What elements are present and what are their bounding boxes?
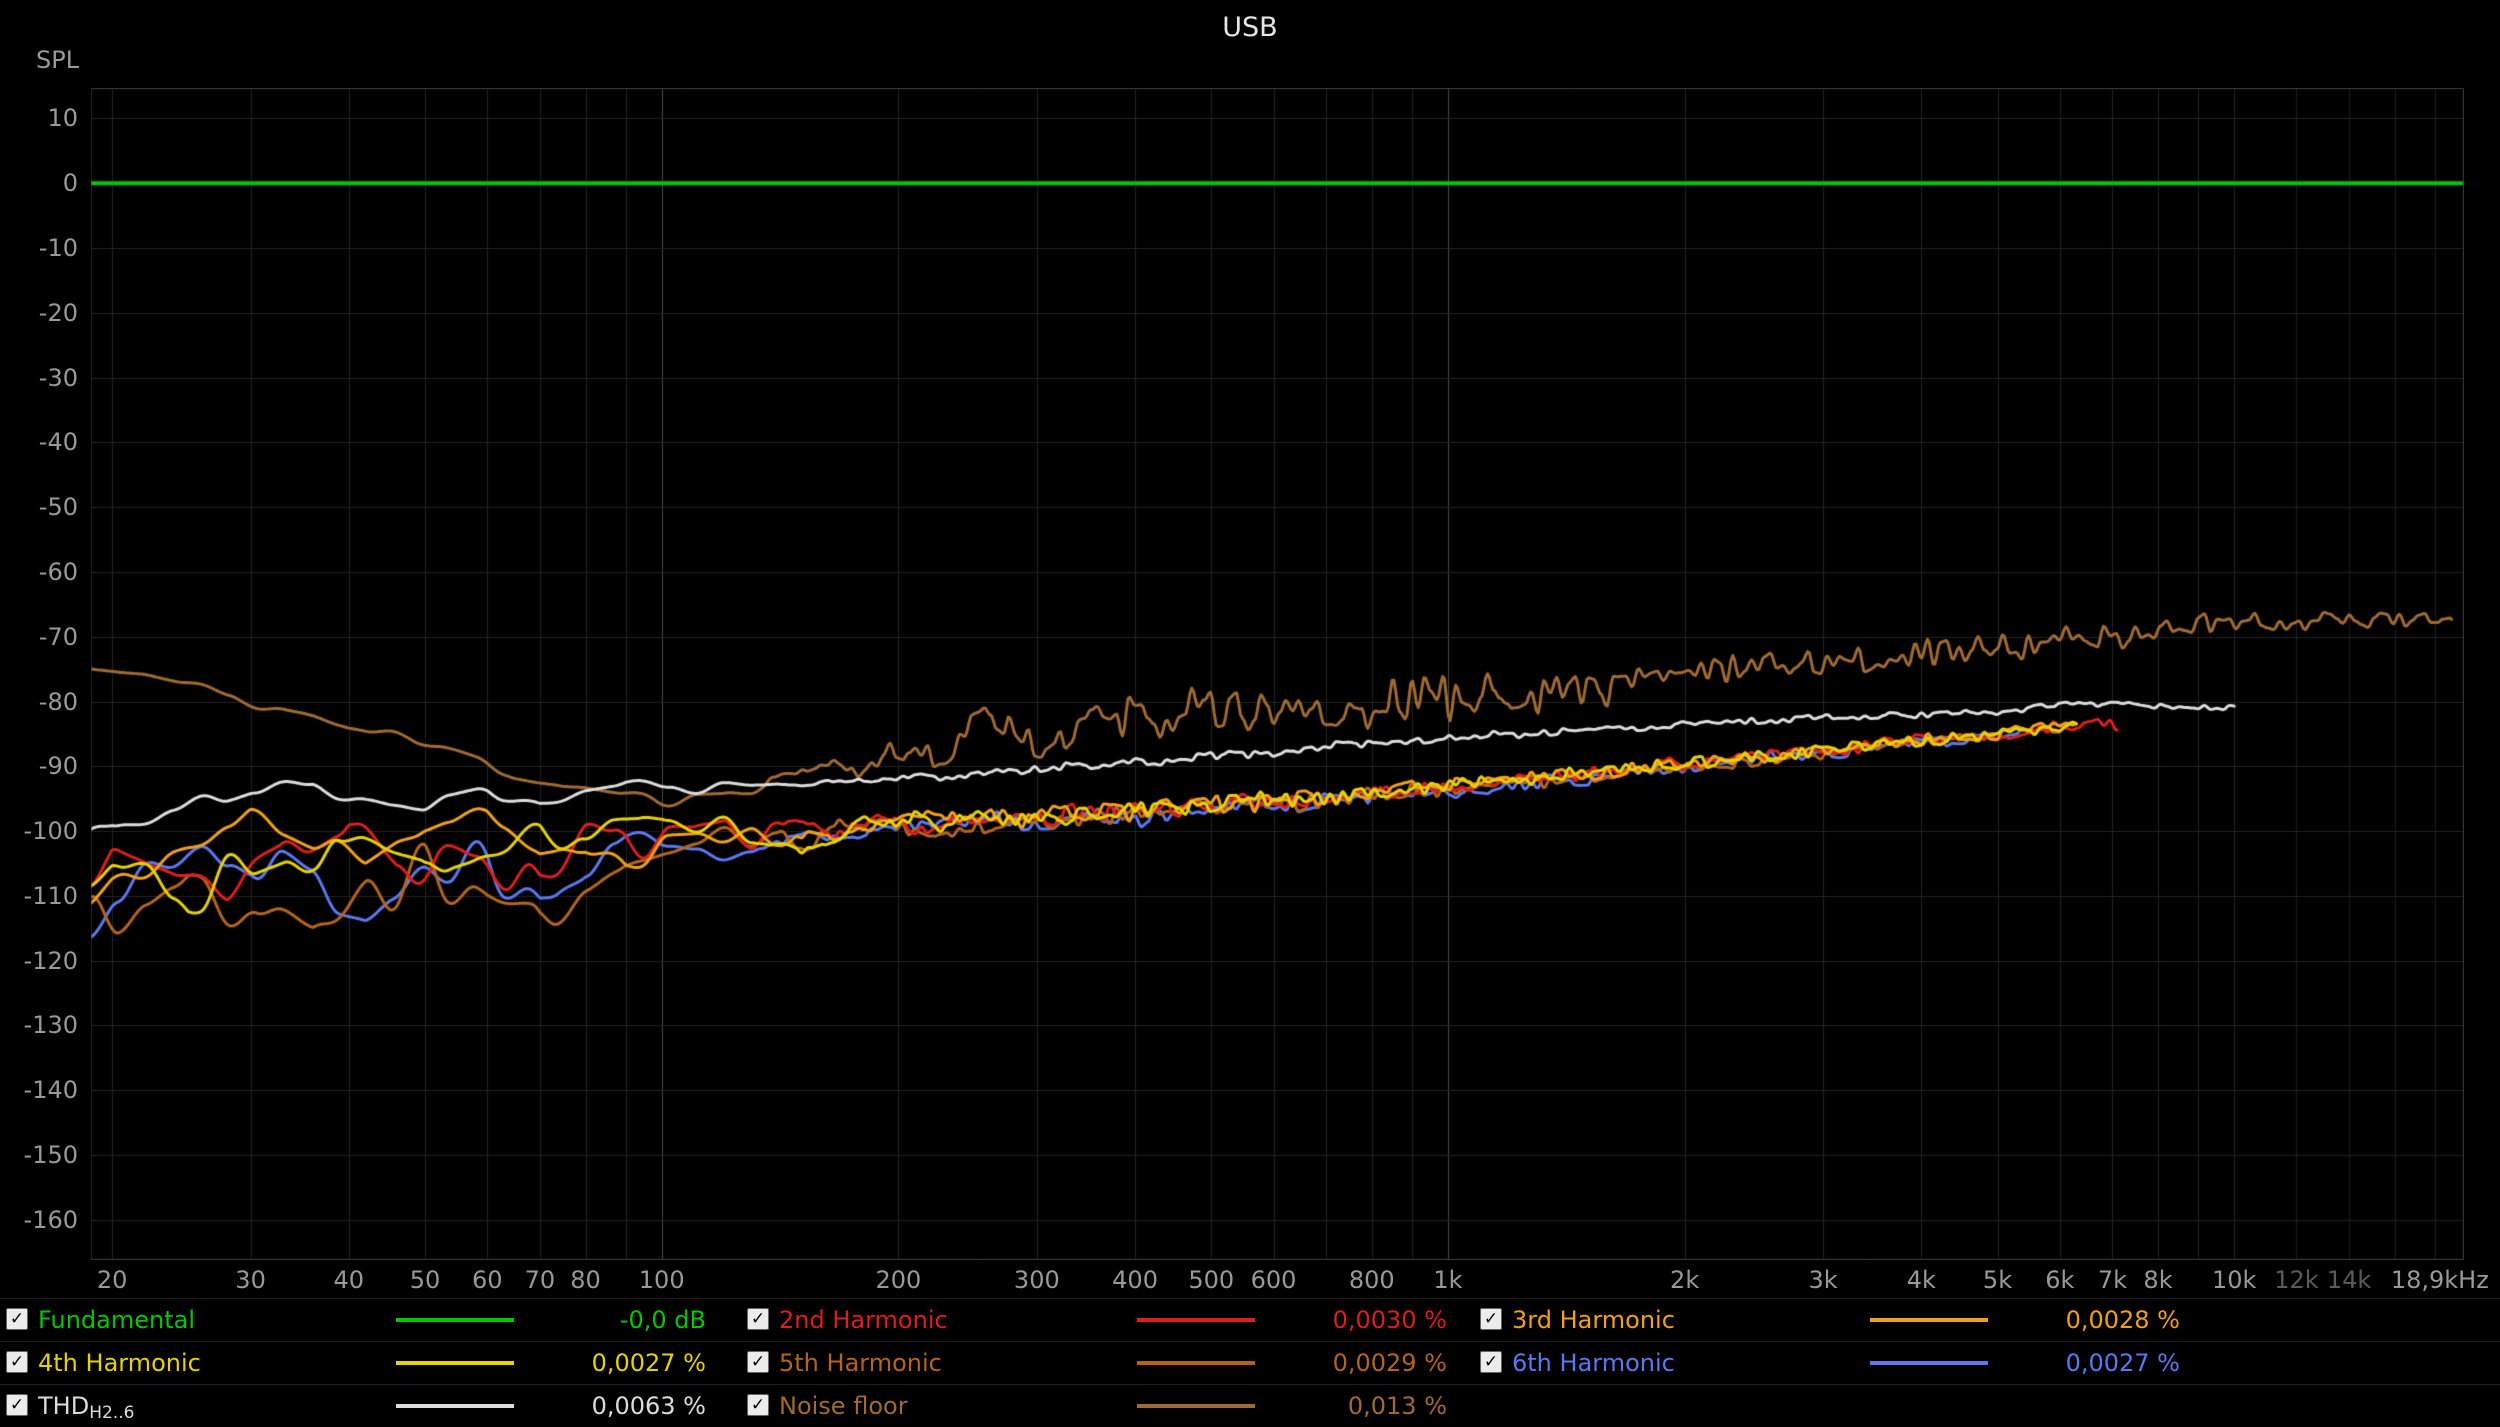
- x-tick-label: 500: [1188, 1266, 1234, 1294]
- 2nd-harmonic-line-swatch: [1137, 1318, 1255, 1322]
- 3rd-harmonic-checkbox[interactable]: ✓: [1480, 1308, 1502, 1330]
- x-tick-label: 300: [1014, 1266, 1060, 1294]
- x-tick-label: 10k: [2212, 1266, 2256, 1294]
- 3rd-harmonic-label: 3rd Harmonic: [1512, 1306, 1675, 1334]
- x-tick-label: 7k: [2098, 1266, 2127, 1294]
- legend-item-6th-harmonic: ✓ 6th Harmonic 0,0027 %: [1480, 1342, 2180, 1384]
- y-tick-label: -30: [0, 364, 78, 392]
- noise-floor-line-swatch: [1137, 1404, 1255, 1408]
- y-tick-label: 0: [0, 169, 78, 197]
- legend-item-4th-harmonic: ✓ 4th Harmonic 0,0027 %: [6, 1342, 706, 1384]
- legend-item-noise-floor: ✓ Noise floor 0,013 %: [747, 1385, 1447, 1427]
- 2nd-harmonic-label: 2nd Harmonic: [779, 1306, 948, 1334]
- x-tick-label: 2k: [1670, 1266, 1699, 1294]
- y-tick-label: -40: [0, 428, 78, 456]
- thd-checkbox[interactable]: ✓: [6, 1394, 28, 1416]
- x-tick-label: 14k: [2327, 1266, 2371, 1294]
- 6th-harmonic-value: 0,0027 %: [2066, 1349, 2180, 1377]
- x-tick-label: 5k: [1983, 1266, 2012, 1294]
- x-tick-label: 70: [525, 1266, 556, 1294]
- noise-floor-checkbox[interactable]: ✓: [747, 1394, 769, 1416]
- x-tick-label: 80: [570, 1266, 601, 1294]
- 2nd-harmonic-checkbox[interactable]: ✓: [747, 1308, 769, 1330]
- 5th-harmonic-line-swatch: [1137, 1361, 1255, 1365]
- y-tick-label: -90: [0, 752, 78, 780]
- x-tick-label: 3k: [1809, 1266, 1838, 1294]
- fundamental-label: Fundamental: [38, 1306, 195, 1334]
- x-tick-label: 600: [1251, 1266, 1297, 1294]
- 4th-harmonic-checkbox[interactable]: ✓: [6, 1351, 28, 1373]
- fundamental-line-swatch: [396, 1318, 514, 1322]
- noise-floor-label: Noise floor: [779, 1392, 908, 1420]
- x-tick-label: 8k: [2143, 1266, 2172, 1294]
- plot-area[interactable]: [91, 88, 2464, 1260]
- fundamental-value: -0,0 dB: [620, 1306, 706, 1334]
- thd-line-swatch: [396, 1404, 514, 1408]
- page-title: USB: [0, 12, 2500, 43]
- 5th-harmonic-value: 0,0029 %: [1333, 1349, 1447, 1377]
- y-tick-label: -10: [0, 234, 78, 262]
- y-tick-label: 10: [0, 104, 78, 132]
- legend-row-1: ✓ Fundamental -0,0 dB ✓ 2nd Harmonic 0,0…: [0, 1298, 2500, 1341]
- 3rd-harmonic-value: 0,0028 %: [2066, 1306, 2180, 1334]
- 5th-harmonic-label: 5th Harmonic: [779, 1349, 942, 1377]
- x-tick-label: 60: [472, 1266, 503, 1294]
- 4th-harmonic-value: 0,0027 %: [592, 1349, 706, 1377]
- y-tick-label: -70: [0, 623, 78, 651]
- legend-row-3: ✓ THDH2..6 0,0063 % ✓ Noise floor 0,013 …: [0, 1384, 2500, 1427]
- x-tick-label: 4k: [1907, 1266, 1936, 1294]
- legend: ✓ Fundamental -0,0 dB ✓ 2nd Harmonic 0,0…: [0, 1298, 2500, 1427]
- thd-value: 0,0063 %: [592, 1392, 706, 1420]
- x-tick-label: 30: [235, 1266, 266, 1294]
- 6th-harmonic-line-swatch: [1870, 1361, 1988, 1365]
- y-tick-label: -80: [0, 688, 78, 716]
- legend-item-thd: ✓ THDH2..6 0,0063 %: [6, 1385, 706, 1427]
- y-tick-label: -20: [0, 299, 78, 327]
- x-tick-label: 20: [97, 1266, 128, 1294]
- legend-item-5th-harmonic: ✓ 5th Harmonic 0,0029 %: [747, 1342, 1447, 1384]
- y-axis-label: SPL: [36, 46, 79, 74]
- legend-row-2: ✓ 4th Harmonic 0,0027 % ✓ 5th Harmonic 0…: [0, 1341, 2500, 1384]
- x-tick-label: 18,9kHz: [2391, 1266, 2489, 1294]
- x-tick-label: 800: [1349, 1266, 1395, 1294]
- 6th-harmonic-label: 6th Harmonic: [1512, 1349, 1675, 1377]
- x-tick-label: 400: [1112, 1266, 1158, 1294]
- y-tick-label: -130: [0, 1011, 78, 1039]
- x-tick-label: 100: [639, 1266, 685, 1294]
- 6th-harmonic-checkbox[interactable]: ✓: [1480, 1351, 1502, 1373]
- x-tick-label: 200: [875, 1266, 921, 1294]
- x-tick-label: 40: [334, 1266, 365, 1294]
- legend-item-2nd-harmonic: ✓ 2nd Harmonic 0,0030 %: [747, 1299, 1447, 1341]
- distortion-plot-canvas[interactable]: [91, 88, 2464, 1260]
- legend-item-fundamental: ✓ Fundamental -0,0 dB: [6, 1299, 706, 1341]
- 3rd-harmonic-line-swatch: [1870, 1318, 1988, 1322]
- y-tick-label: -110: [0, 882, 78, 910]
- fundamental-checkbox[interactable]: ✓: [6, 1308, 28, 1330]
- legend-item-3rd-harmonic: ✓ 3rd Harmonic 0,0028 %: [1480, 1299, 2180, 1341]
- y-tick-label: -150: [0, 1141, 78, 1169]
- thd-label: THDH2..6: [38, 1392, 134, 1420]
- y-tick-label: -120: [0, 947, 78, 975]
- 4th-harmonic-line-swatch: [396, 1361, 514, 1365]
- thd-label-subscript: H2..6: [89, 1403, 134, 1423]
- y-tick-label: -160: [0, 1206, 78, 1234]
- x-tick-label: 1k: [1433, 1266, 1462, 1294]
- x-tick-label: 6k: [2045, 1266, 2074, 1294]
- y-tick-label: -50: [0, 493, 78, 521]
- noise-floor-value: 0,013 %: [1348, 1392, 1447, 1420]
- y-tick-label: -60: [0, 558, 78, 586]
- 2nd-harmonic-value: 0,0030 %: [1333, 1306, 1447, 1334]
- x-tick-label: 12k: [2274, 1266, 2318, 1294]
- x-tick-label: 50: [410, 1266, 441, 1294]
- y-tick-label: -100: [0, 817, 78, 845]
- y-tick-label: -140: [0, 1076, 78, 1104]
- 4th-harmonic-label: 4th Harmonic: [38, 1349, 201, 1377]
- 5th-harmonic-checkbox[interactable]: ✓: [747, 1351, 769, 1373]
